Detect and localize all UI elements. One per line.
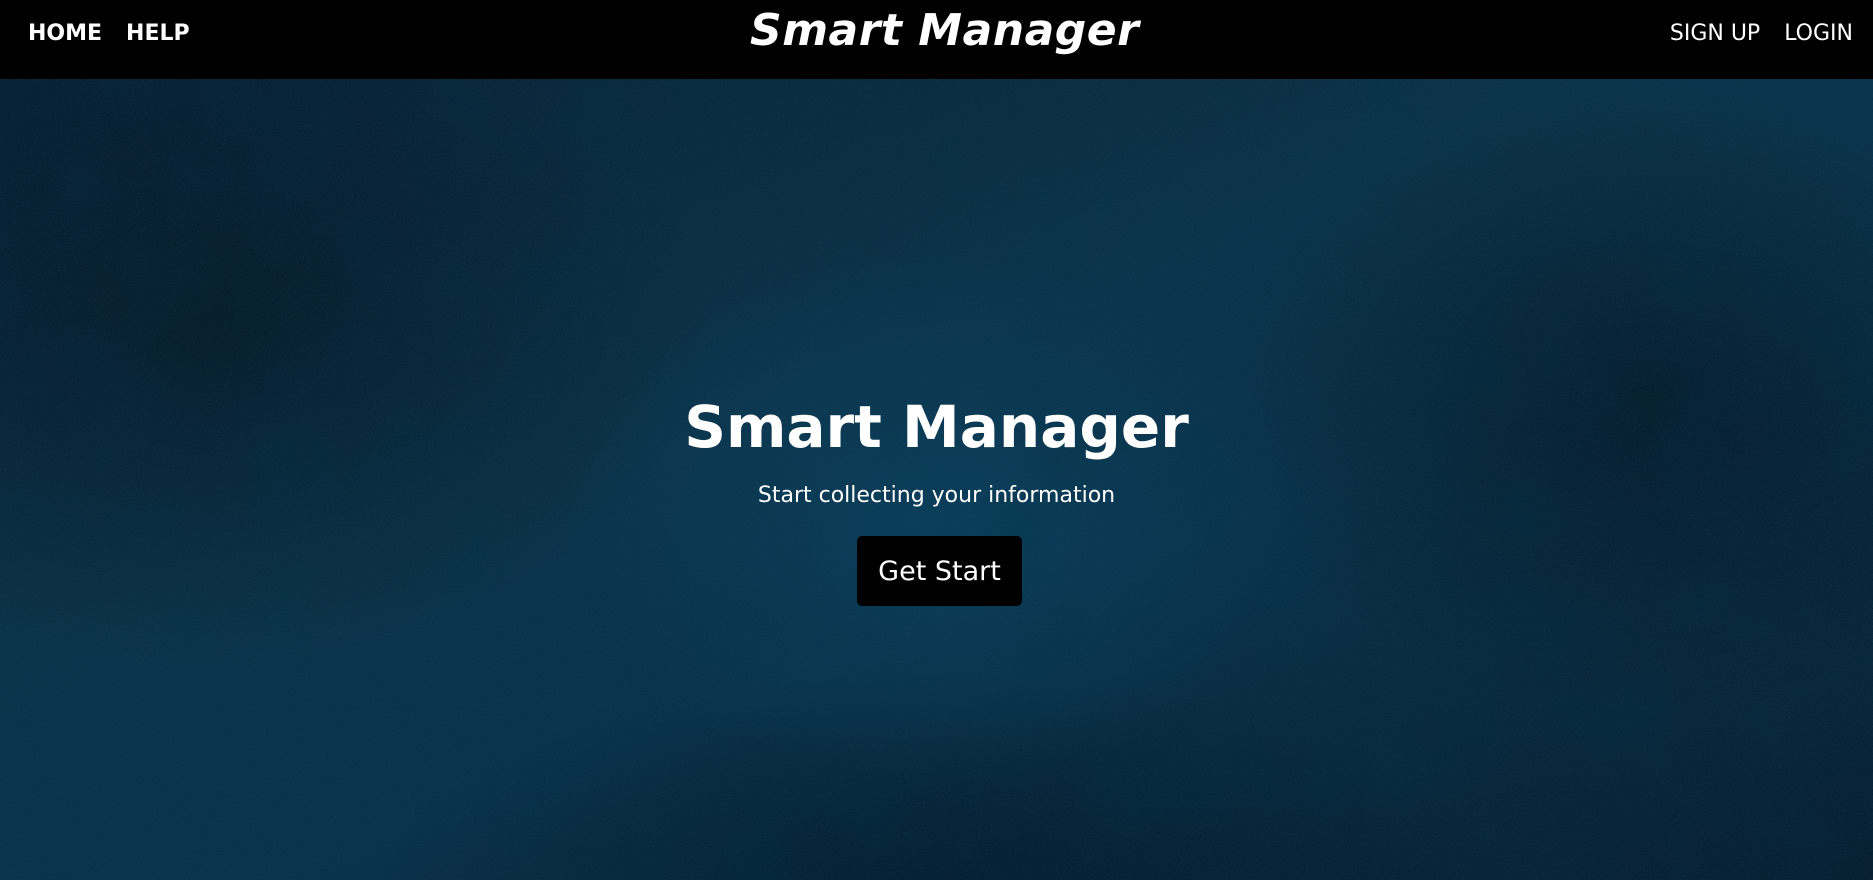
hero-content: Smart Manager Start collecting your info… [0,79,1873,880]
top-navbar: HOME HELP Smart Manager SIGN UP LOGIN [0,0,1873,79]
nav-signup-link[interactable]: SIGN UP [1670,21,1760,46]
brand-title: Smart Manager [750,4,1140,56]
nav-left-group: HOME HELP [28,0,190,66]
get-start-button[interactable]: Get Start [857,536,1022,606]
nav-right-group: SIGN UP LOGIN [1670,0,1853,66]
nav-home-link[interactable]: HOME [28,21,102,46]
nav-login-link[interactable]: LOGIN [1784,21,1853,46]
hero-subtitle: Start collecting your information [757,483,1116,508]
hero-section: Smart Manager Start collecting your info… [0,79,1873,880]
hero-title: Smart Manager [684,393,1189,461]
nav-help-link[interactable]: HELP [126,21,190,46]
